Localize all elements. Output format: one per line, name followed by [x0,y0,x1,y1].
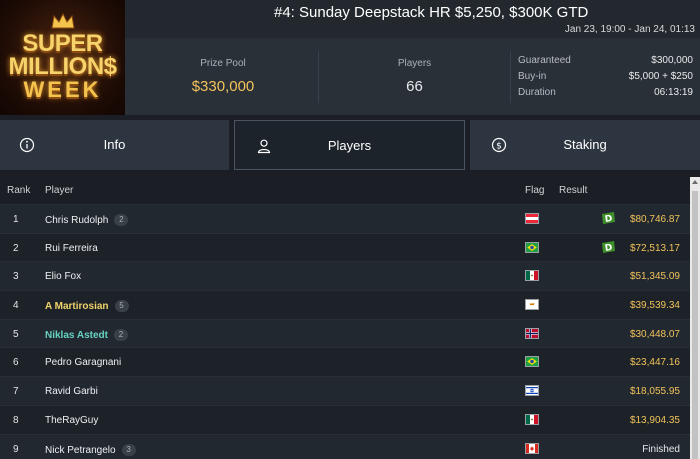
mexico-flag-icon [525,413,539,425]
table-row[interactable]: 6 Pedro Garagnani $23,447.16 [0,347,690,377]
rank-cell: 4 [13,300,19,312]
player-cell[interactable]: Pedro Garagnani [45,357,121,368]
table-row[interactable]: 5 Niklas Astedt 2 $30,448.07 [0,318,690,348]
result-cell: $18,055.95 [629,386,680,398]
staking-deal-icon[interactable]: D [601,240,616,254]
scrollbar-thumb[interactable] [692,191,698,459]
rank-cell: 6 [13,357,19,369]
player-count-badge: 2 [114,214,129,226]
norway-flag-icon [525,327,539,339]
buy-in-label: Buy-in [518,71,547,82]
player-count-badge: 2 [113,328,128,341]
column-result[interactable]: Result [559,185,587,196]
table-row[interactable]: 1 Chris Rudolph 2 D $80,746.87 [0,204,690,233]
scroll-up-arrow-icon[interactable] [690,177,700,187]
table-row[interactable]: 9 Nick Petrangelo 3 Finished [0,433,690,459]
table-row[interactable]: 4 A Martirosian 5 $39,539.34 [0,290,690,319]
table-row[interactable]: 3 Elio Fox $51,345.09 [0,261,690,291]
buy-in-value: $5,000 + $250 [628,71,693,82]
player-name[interactable]: Niklas Astedt [45,330,108,341]
tab-staking-label: Staking [563,137,607,152]
player-name[interactable]: TheRayGuy [45,415,98,426]
players-label: Players [397,58,432,69]
tournament-stats: Prize Pool $330,000 Players 66 Guarantee… [125,38,700,115]
cyprus-flag-icon [525,299,539,311]
player-cell[interactable]: Ravid Garbi [45,386,98,397]
guaranteed-label: Guaranteed [518,55,571,66]
duration-value: 06:13:19 [654,87,693,98]
result-cell: $51,345.09 [629,271,680,283]
tab-info[interactable]: Info [0,120,229,170]
players-table-header: Rank Player Flag Result [0,177,690,204]
divider [318,51,319,103]
tournament-dates: Jan 23, 19:00 - Jan 24, 01:13 [564,24,695,35]
players-stat: Players 66 [367,58,462,95]
player-name[interactable]: Ravid Garbi [45,386,98,397]
table-row[interactable]: 7 Ravid Garbi $18,055.95 [0,376,690,405]
israel-flag-icon [525,385,539,397]
result-cell: $72,513.17 [629,242,680,254]
brazil-flag-icon [525,356,539,368]
table-row[interactable]: 8 TheRayGuy $13,904.35 [0,404,690,434]
tab-staking[interactable]: $ Staking [470,120,700,170]
tab-players[interactable]: Players [234,120,465,170]
player-count-badge: 3 [121,443,136,456]
player-name[interactable]: A Martirosian [45,301,109,312]
rank-cell: 3 [13,271,19,283]
result-cell: $23,447.16 [629,357,680,369]
player-name[interactable]: Elio Fox [45,271,81,282]
player-name[interactable]: Pedro Garagnani [45,357,121,368]
canada-flag-icon [525,442,539,454]
rank-cell: 5 [13,328,19,340]
player-name[interactable]: Chris Rudolph [45,215,108,226]
brazil-flag-icon [525,241,539,253]
player-cell[interactable]: Niklas Astedt 2 [45,328,128,341]
player-cell[interactable]: Elio Fox [45,271,81,282]
mexico-flag-icon [525,270,539,282]
rank-cell: 9 [13,443,19,455]
player-count-badge: 5 [114,300,129,313]
player-cell[interactable]: Rui Ferreira [45,243,98,254]
crown-icon [51,12,75,29]
rank-cell: 7 [13,386,19,398]
player-cell[interactable]: Chris Rudolph 2 [45,214,129,226]
duration-label: Duration [518,87,556,98]
rank-cell: 8 [13,414,19,426]
guaranteed-value: $300,000 [651,55,693,66]
tab-bar: Info Players $ Staking [0,120,700,172]
svg-text:D: D [604,214,613,225]
player-cell[interactable]: Nick Petrangelo 3 [45,443,136,456]
rank-cell: 2 [13,242,19,254]
table-row[interactable]: 2 Rui Ferreira D $72,513.17 [0,232,690,262]
player-name[interactable]: Nick Petrangelo [45,445,116,456]
prize-pool-stat: Prize Pool $330,000 [173,58,273,95]
column-player[interactable]: Player [45,185,73,196]
super-millions-week-logo: SUPER MILLION$ WEEK [0,0,125,115]
result-cell: $30,448.07 [629,328,680,340]
player-cell[interactable]: TheRayGuy [45,415,98,426]
svg-text:D: D [604,243,613,254]
tournament-title: #4: Sunday Deepstack HR $5,250, $300K GT… [274,4,589,21]
player-name[interactable]: Rui Ferreira [45,243,98,254]
result-cell: $13,904.35 [629,414,680,426]
result-cell: $80,746.87 [629,214,680,225]
tab-info-label: Info [103,137,126,152]
column-rank[interactable]: Rank [7,185,30,196]
logo-line-3: WEEK [23,77,102,102]
divider [510,51,511,103]
players-value: 66 [406,78,423,95]
players-table-body: 1 Chris Rudolph 2 D $80,746.87 2 Rui Ferreira D… [0,204,690,459]
result-cell: Finished [642,443,680,455]
rank-cell: 1 [13,214,19,225]
prize-pool-value: $330,000 [191,78,255,95]
player-cell[interactable]: A Martirosian 5 [45,300,129,313]
scrollbar[interactable] [690,177,700,459]
prize-pool-label: Prize Pool [200,58,246,69]
result-cell: $39,539.34 [629,300,680,312]
staking-deal-icon[interactable]: D [601,211,616,225]
column-flag[interactable]: Flag [525,185,544,196]
austria-flag-icon [525,213,539,224]
tab-players-label: Players [327,138,372,153]
